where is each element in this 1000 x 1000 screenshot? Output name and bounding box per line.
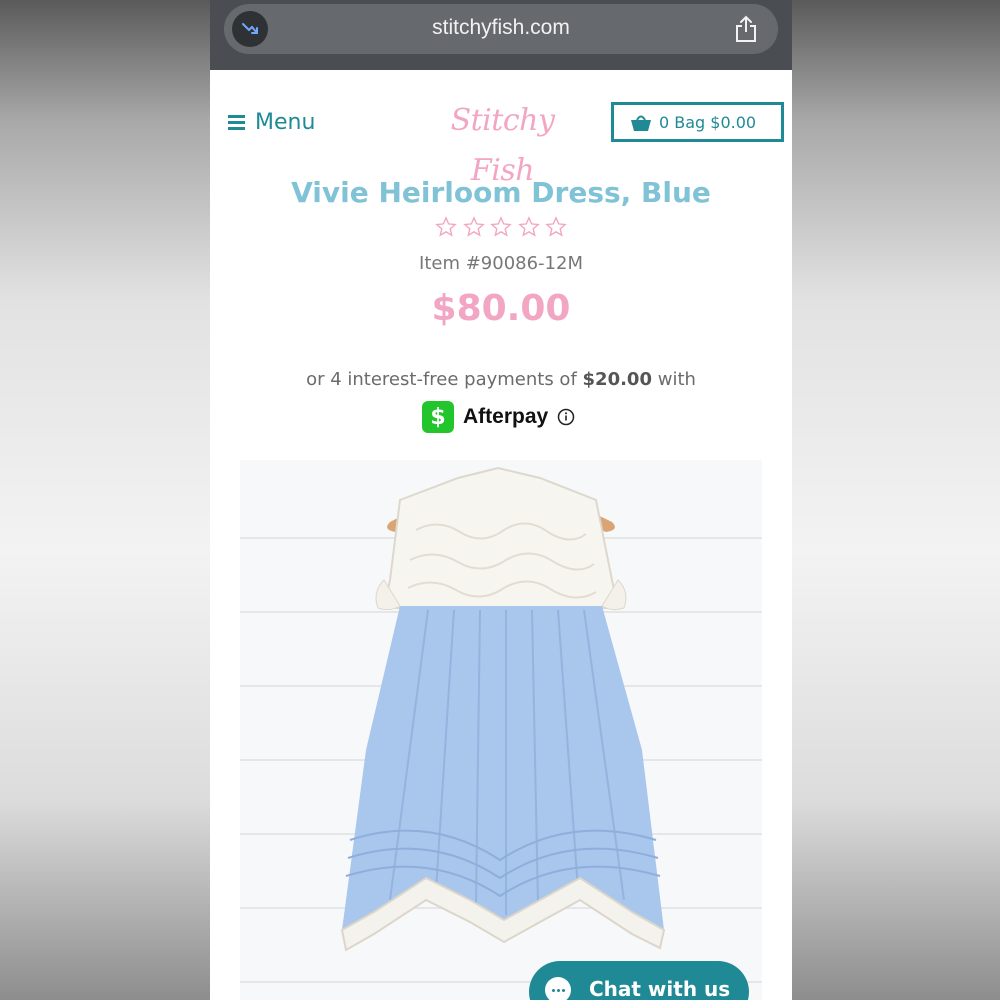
rating-stars[interactable] (435, 216, 567, 242)
item-number: Item #90086-12M (419, 253, 583, 274)
chat-bubble-icon (545, 977, 571, 1000)
bag-button[interactable]: 0 Bag $0.00 (611, 102, 784, 142)
afterpay-installment-text: or 4 interest-free payments of $20.00 wi… (210, 369, 792, 390)
star-icon (490, 216, 512, 237)
product-price: $80.00 (431, 288, 571, 329)
afterpay-brand[interactable]: $ Afterpay (422, 400, 575, 434)
info-icon[interactable] (557, 408, 575, 426)
share-icon (736, 15, 756, 42)
product-title: Vivie Heirloom Dress, Blue (291, 176, 711, 209)
shopping-basket-icon (631, 115, 651, 131)
star-icon (462, 216, 485, 237)
afterpay-prefix: or 4 interest-free payments of (306, 369, 577, 390)
cash-app-icon: $ (422, 401, 454, 433)
star-icon (435, 216, 457, 237)
star-icon (517, 216, 540, 237)
browser-toolbar: stitchyfish.com (210, 0, 792, 70)
address-bar[interactable]: stitchyfish.com (224, 4, 778, 54)
menu-label: Menu (255, 109, 316, 135)
chat-label: Chat with us (589, 977, 731, 1000)
menu-button[interactable]: Menu (228, 106, 315, 138)
background-right (792, 0, 1000, 1000)
url-text: stitchyfish.com (432, 16, 570, 39)
share-button[interactable] (732, 15, 760, 43)
background-left (0, 0, 210, 1000)
dress-illustration (240, 466, 762, 983)
afterpay-suffix: with (657, 369, 696, 390)
star-icon (545, 216, 567, 237)
site-logo[interactable]: Stitchy Fish (420, 96, 585, 188)
phone-screen: stitchyfish.com Menu Stitchy Fish 0 Bag … (210, 0, 792, 1000)
product-image[interactable] (240, 460, 762, 1000)
chat-button[interactable]: Chat with us (529, 961, 749, 1000)
afterpay-amount: $20.00 (582, 369, 652, 390)
bag-label: 0 Bag $0.00 (659, 112, 757, 132)
hamburger-icon (228, 115, 245, 130)
afterpay-label: Afterpay (463, 405, 549, 428)
